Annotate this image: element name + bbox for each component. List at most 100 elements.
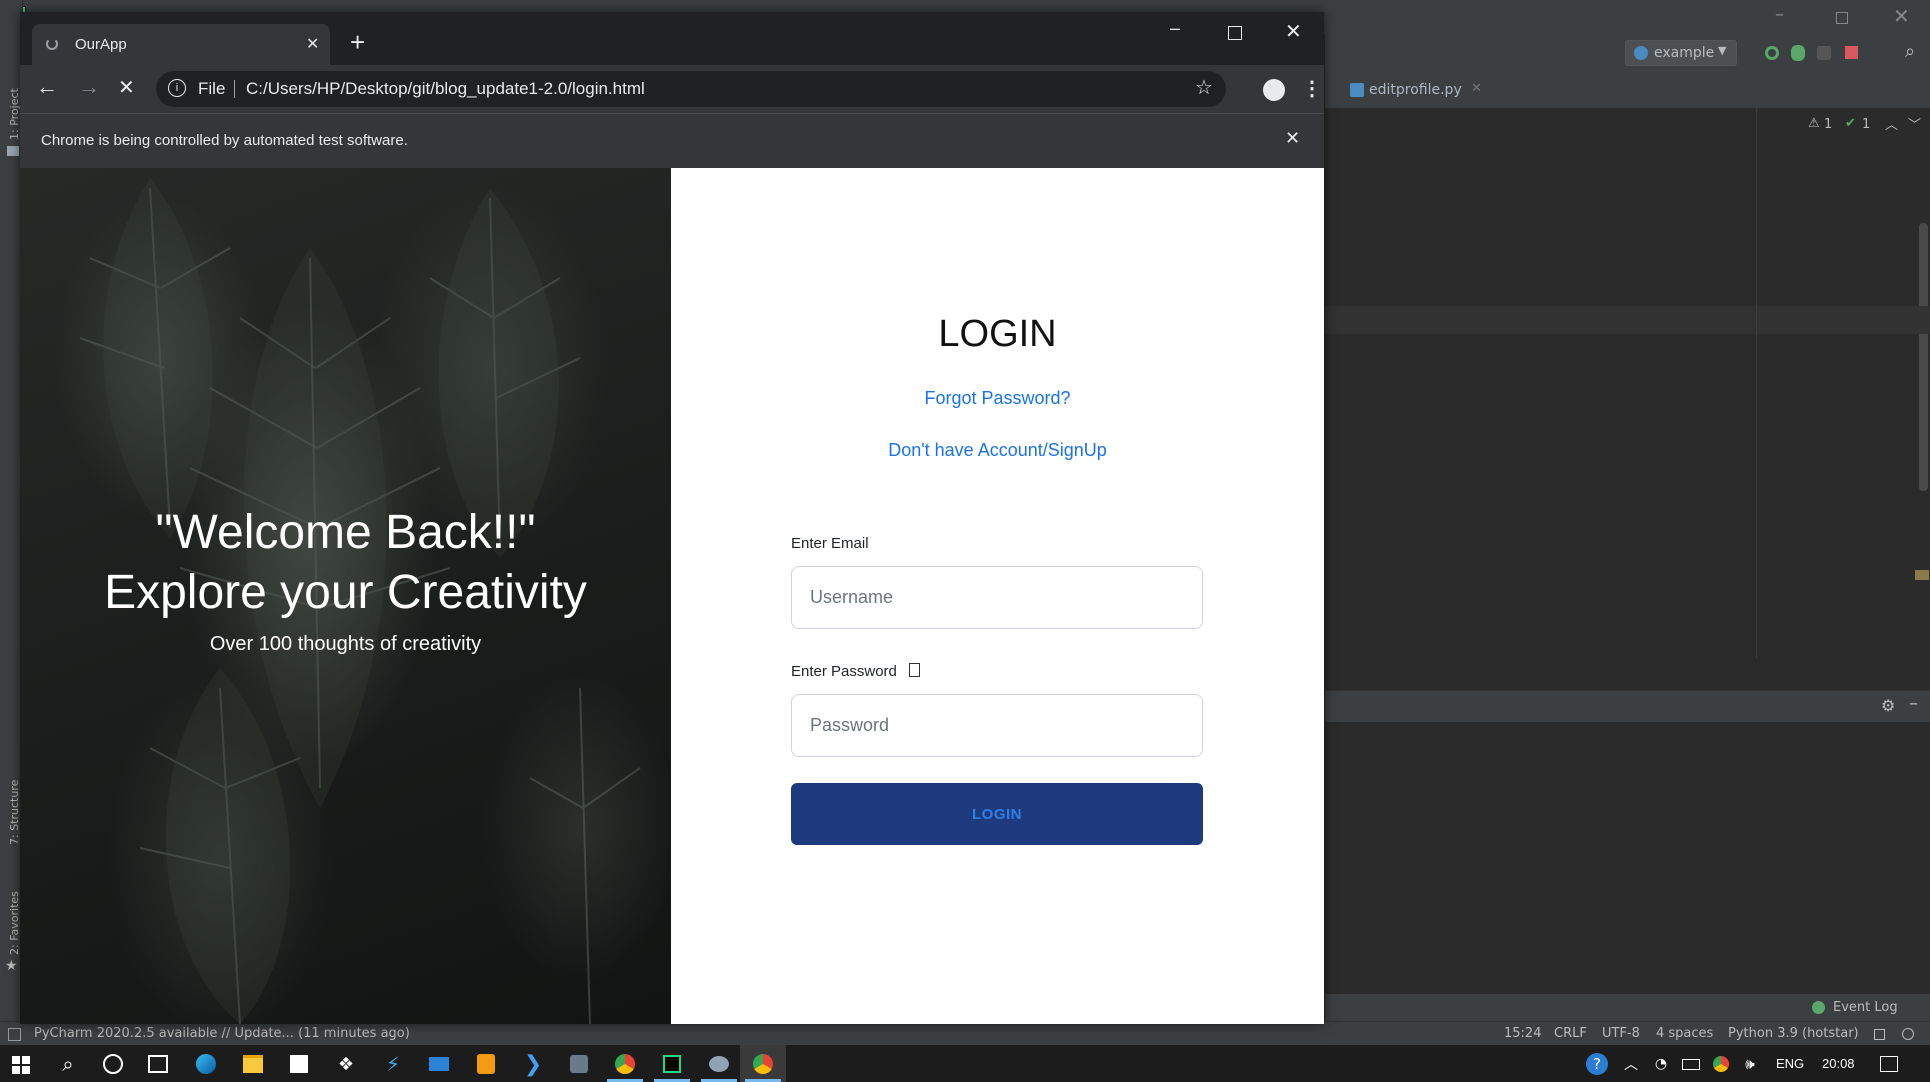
notifications-icon[interactable] bbox=[1902, 1028, 1914, 1040]
search-icon[interactable]: ⌕ bbox=[55, 1051, 81, 1077]
warning-marker bbox=[1915, 570, 1929, 580]
gear-icon[interactable]: ⚙ bbox=[1881, 696, 1895, 715]
infobar-text: Chrome is being controlled by automated … bbox=[41, 132, 408, 149]
clock[interactable]: 20:08 bbox=[1822, 1056, 1855, 1071]
cortana-icon[interactable] bbox=[100, 1051, 126, 1077]
restore-icon[interactable] bbox=[1836, 12, 1848, 24]
chrome-automation-icon[interactable] bbox=[750, 1051, 776, 1077]
omnibox[interactable]: i File C:/Users/HP/Desktop/git/blog_upda… bbox=[156, 71, 1226, 107]
help-icon[interactable]: ? bbox=[1584, 1051, 1610, 1077]
forgot-password-link[interactable]: Forgot Password? bbox=[671, 388, 1324, 409]
chevron-down-icon: ▼ bbox=[1718, 44, 1727, 57]
tool-panel-header: ⚙ – bbox=[1325, 690, 1930, 723]
close-tab-icon[interactable]: ✕ bbox=[1471, 81, 1482, 96]
chrome-icon[interactable] bbox=[612, 1051, 638, 1077]
language-indicator[interactable]: ENG bbox=[1776, 1056, 1804, 1071]
line-separator[interactable]: CRLF bbox=[1554, 1026, 1587, 1041]
debug-icon[interactable] bbox=[1791, 45, 1805, 61]
run-config-label: example bbox=[1654, 45, 1715, 61]
folder-icon bbox=[7, 146, 19, 156]
pycharm-icon[interactable] bbox=[659, 1051, 685, 1077]
bookmark-star-icon[interactable]: ☆ bbox=[1195, 75, 1213, 100]
page-viewport: "Welcome Back!!" Explore your Creativity… bbox=[20, 168, 1324, 1024]
warning-icon: ⚠ bbox=[1808, 116, 1820, 131]
back-icon[interactable]: ← bbox=[36, 74, 58, 100]
update-notice[interactable]: PyCharm 2020.2.5 available // Update... … bbox=[34, 1026, 410, 1041]
action-center-icon[interactable] bbox=[1876, 1051, 1902, 1077]
battery-icon[interactable] bbox=[1678, 1051, 1704, 1077]
indent-setting[interactable]: 4 spaces bbox=[1656, 1026, 1713, 1041]
event-log-icon bbox=[1812, 1001, 1825, 1014]
hide-panel-icon[interactable]: – bbox=[1909, 693, 1918, 714]
power-automate-icon[interactable]: ⚡ bbox=[380, 1051, 406, 1077]
mail-icon[interactable] bbox=[426, 1051, 452, 1077]
stop-loading-icon[interactable]: ✕ bbox=[118, 75, 135, 100]
close-window-icon[interactable]: ✕ bbox=[1285, 19, 1302, 44]
info-icon[interactable]: i bbox=[168, 79, 186, 97]
caret-position[interactable]: 15:24 bbox=[1504, 1026, 1541, 1041]
dropbox-icon[interactable]: ❖ bbox=[333, 1051, 359, 1077]
close-infobar-icon[interactable]: ✕ bbox=[1285, 128, 1300, 149]
new-tab-icon[interactable]: + bbox=[350, 29, 365, 55]
password-label-row: Enter Password bbox=[791, 663, 921, 680]
show-password-icon[interactable] bbox=[909, 663, 921, 677]
python-icon bbox=[1634, 46, 1648, 60]
url-scheme: File bbox=[198, 79, 226, 98]
hero-title: "Welcome Back!!" Explore your Creativity bbox=[20, 503, 671, 623]
hero-copy: "Welcome Back!!" Explore your Creativity… bbox=[20, 503, 671, 656]
hero-title-line-1: "Welcome Back!!" bbox=[155, 506, 536, 559]
maximize-icon[interactable] bbox=[1228, 26, 1242, 40]
search-icon[interactable]: ⌕ bbox=[1905, 41, 1915, 62]
python-launcher-icon[interactable] bbox=[706, 1051, 732, 1077]
show-hidden-icons-icon[interactable]: ︿ bbox=[1618, 1051, 1644, 1077]
ok-count: 1 bbox=[1862, 117, 1871, 132]
volume-icon[interactable]: 🕪 bbox=[1737, 1051, 1763, 1077]
file-encoding[interactable]: UTF-8 bbox=[1602, 1026, 1640, 1041]
tab-title: OurApp bbox=[75, 36, 127, 53]
login-button[interactable]: LOGIN bbox=[791, 783, 1203, 845]
edge-icon[interactable] bbox=[193, 1051, 219, 1077]
hero-title-line-2: Explore your Creativity bbox=[104, 566, 587, 619]
profile-avatar-icon[interactable] bbox=[1263, 79, 1285, 101]
lock-icon[interactable] bbox=[1874, 1029, 1885, 1040]
minimize-icon[interactable]: – bbox=[1170, 18, 1180, 39]
url-text[interactable]: C:/Users/HP/Desktop/git/blog_update1-2.0… bbox=[246, 79, 645, 99]
password-field[interactable] bbox=[791, 694, 1203, 757]
menu-icon[interactable]: ⋮ bbox=[1302, 76, 1322, 101]
stop-icon[interactable] bbox=[1845, 46, 1858, 59]
tool-panel bbox=[1325, 722, 1930, 994]
store-icon[interactable] bbox=[286, 1051, 312, 1077]
next-highlight-icon[interactable]: ﹀ bbox=[1908, 114, 1921, 133]
previous-highlight-icon[interactable]: ︿ bbox=[1885, 114, 1898, 133]
editor-tab-label: editprofile.py bbox=[1369, 82, 1462, 98]
network-app-icon[interactable] bbox=[566, 1051, 592, 1077]
coverage-icon[interactable] bbox=[1817, 46, 1831, 60]
python-interpreter[interactable]: Python 3.9 (hotstar) bbox=[1728, 1026, 1859, 1041]
email-field[interactable] bbox=[791, 566, 1203, 629]
wifi-icon[interactable]: ◔ bbox=[1648, 1051, 1674, 1077]
rerun-icon[interactable] bbox=[1765, 46, 1779, 60]
caret-row-highlight bbox=[1325, 306, 1930, 334]
vscode-icon[interactable]: ❯ bbox=[520, 1051, 546, 1077]
chrome-window: OurApp ✕ + – ✕ ← → ✕ i File C:/Users/HP/… bbox=[20, 12, 1324, 1024]
run-config-selector[interactable]: example ▼ bbox=[1625, 40, 1737, 66]
status-toggle-icon[interactable] bbox=[8, 1028, 21, 1041]
task-view-icon[interactable] bbox=[145, 1051, 171, 1077]
chrome-tray-icon[interactable] bbox=[1708, 1051, 1734, 1077]
pycharm-toolbar: example ▼ ⌕ bbox=[1325, 34, 1930, 73]
file-explorer-icon[interactable] bbox=[240, 1051, 266, 1077]
close-icon[interactable]: ✕ bbox=[1893, 4, 1910, 28]
password-label: Enter Password bbox=[791, 663, 897, 680]
signup-link[interactable]: Don't have Account/SignUp bbox=[671, 440, 1324, 461]
close-tab-icon[interactable]: ✕ bbox=[306, 34, 319, 54]
editor-scrollbar[interactable] bbox=[1919, 223, 1928, 491]
forward-icon[interactable]: → bbox=[78, 74, 100, 100]
url-separator bbox=[234, 80, 235, 98]
browser-tab[interactable]: OurApp ✕ bbox=[32, 24, 330, 65]
hero-subtitle: Over 100 thoughts of creativity bbox=[209, 633, 482, 655]
event-log-button[interactable]: Event Log bbox=[1833, 1000, 1898, 1015]
sublime-icon[interactable] bbox=[473, 1051, 499, 1077]
windows-start-icon[interactable] bbox=[12, 1056, 30, 1074]
code-editor[interactable]: ⚠ 1 ✔ 1 ︿ ﹀ bbox=[1325, 108, 1930, 658]
minimize-icon[interactable]: – bbox=[1775, 4, 1784, 25]
